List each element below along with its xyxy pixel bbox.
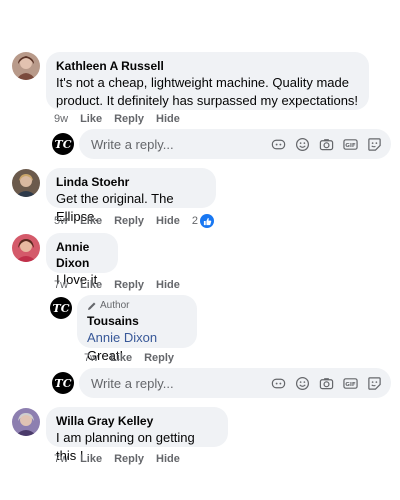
reply-box[interactable]: Write a reply... GIF: [79, 368, 391, 398]
hide-button[interactable]: Hide: [156, 214, 180, 228]
timestamp[interactable]: 5w: [54, 214, 68, 228]
reply-actions: 7w Like Reply: [84, 351, 186, 365]
timestamp[interactable]: 7w: [54, 452, 68, 466]
comment-actions: 5w Like Reply Hide 2: [54, 214, 226, 228]
sticker-face-icon[interactable]: [367, 376, 382, 391]
avatar[interactable]: [12, 234, 40, 262]
svg-text:GIF: GIF: [345, 142, 356, 148]
thumbs-up-icon: [200, 214, 215, 228]
svg-text:GIF: GIF: [345, 381, 356, 387]
reply-button[interactable]: Reply: [114, 278, 144, 292]
comment-bubble: Willa Gray Kelley I am planning on getti…: [46, 407, 228, 463]
reply-button[interactable]: Reply: [144, 351, 174, 365]
pencil-icon: [88, 302, 96, 310]
sticker-icon[interactable]: [271, 137, 286, 152]
like-button[interactable]: Like: [80, 278, 102, 292]
camera-icon[interactable]: [319, 376, 334, 391]
gif-icon[interactable]: GIF: [343, 137, 358, 152]
comment-actions: 7w Like Reply Hide: [54, 452, 192, 466]
avatar[interactable]: [12, 169, 40, 197]
author-badge: Author: [87, 299, 187, 313]
like-button[interactable]: Like: [110, 351, 132, 365]
like-button[interactable]: Like: [80, 452, 102, 466]
comment-bubble: Annie Dixon I love it: [46, 233, 118, 287]
hide-button[interactable]: Hide: [156, 452, 180, 466]
gif-icon[interactable]: GIF: [343, 376, 358, 391]
comment-bubble: Kathleen A Russell It's not a cheap, lig…: [46, 52, 369, 110]
avatar[interactable]: [12, 52, 40, 80]
reply-input[interactable]: Write a reply...: [91, 137, 271, 152]
reply-bubble: Author Tousains Annie Dixon Great!: [77, 295, 197, 363]
comment-author[interactable]: Willa Gray Kelley: [56, 413, 218, 429]
reply-author[interactable]: Tousains: [87, 313, 187, 329]
avatar[interactable]: [12, 408, 40, 436]
comment-actions: 7w Like Reply Hide: [54, 278, 192, 292]
brand-avatar: TC: [52, 372, 74, 394]
comment-bubble: Linda Stoehr Get the original. The Ellip…: [46, 168, 216, 224]
emoji-icon[interactable]: [295, 137, 310, 152]
brand-avatar[interactable]: TC: [50, 297, 72, 319]
reply-box[interactable]: Write a reply... GIF: [79, 129, 391, 159]
brand-avatar: TC: [52, 133, 74, 155]
like-button[interactable]: Like: [80, 112, 102, 126]
camera-icon[interactable]: [319, 137, 334, 152]
timestamp[interactable]: 9w: [54, 112, 68, 126]
sticker-face-icon[interactable]: [367, 137, 382, 152]
comment-author[interactable]: Linda Stoehr: [56, 174, 206, 190]
emoji-icon[interactable]: [295, 376, 310, 391]
reaction-count[interactable]: 2: [192, 214, 198, 228]
reply-button[interactable]: Reply: [114, 452, 144, 466]
timestamp[interactable]: 7w: [84, 351, 98, 365]
hide-button[interactable]: Hide: [156, 112, 180, 126]
comment-actions: 9w Like Reply Hide: [54, 112, 192, 126]
reply-button[interactable]: Reply: [114, 112, 144, 126]
hide-button[interactable]: Hide: [156, 278, 180, 292]
author-badge-label: Author: [100, 300, 130, 311]
comment-text: It's not a cheap, lightweight machine. Q…: [56, 75, 349, 90]
reply-input[interactable]: Write a reply...: [91, 376, 271, 391]
like-button[interactable]: Like: [80, 214, 102, 228]
comment-author[interactable]: Annie Dixon: [56, 239, 108, 271]
comment-author[interactable]: Kathleen A Russell: [56, 58, 359, 74]
comment-text: product. It definitely has surpassed my …: [56, 93, 359, 108]
timestamp[interactable]: 7w: [54, 278, 68, 292]
mention-link[interactable]: Annie Dixon: [87, 330, 157, 345]
sticker-icon[interactable]: [271, 376, 286, 391]
reply-button[interactable]: Reply: [114, 214, 144, 228]
